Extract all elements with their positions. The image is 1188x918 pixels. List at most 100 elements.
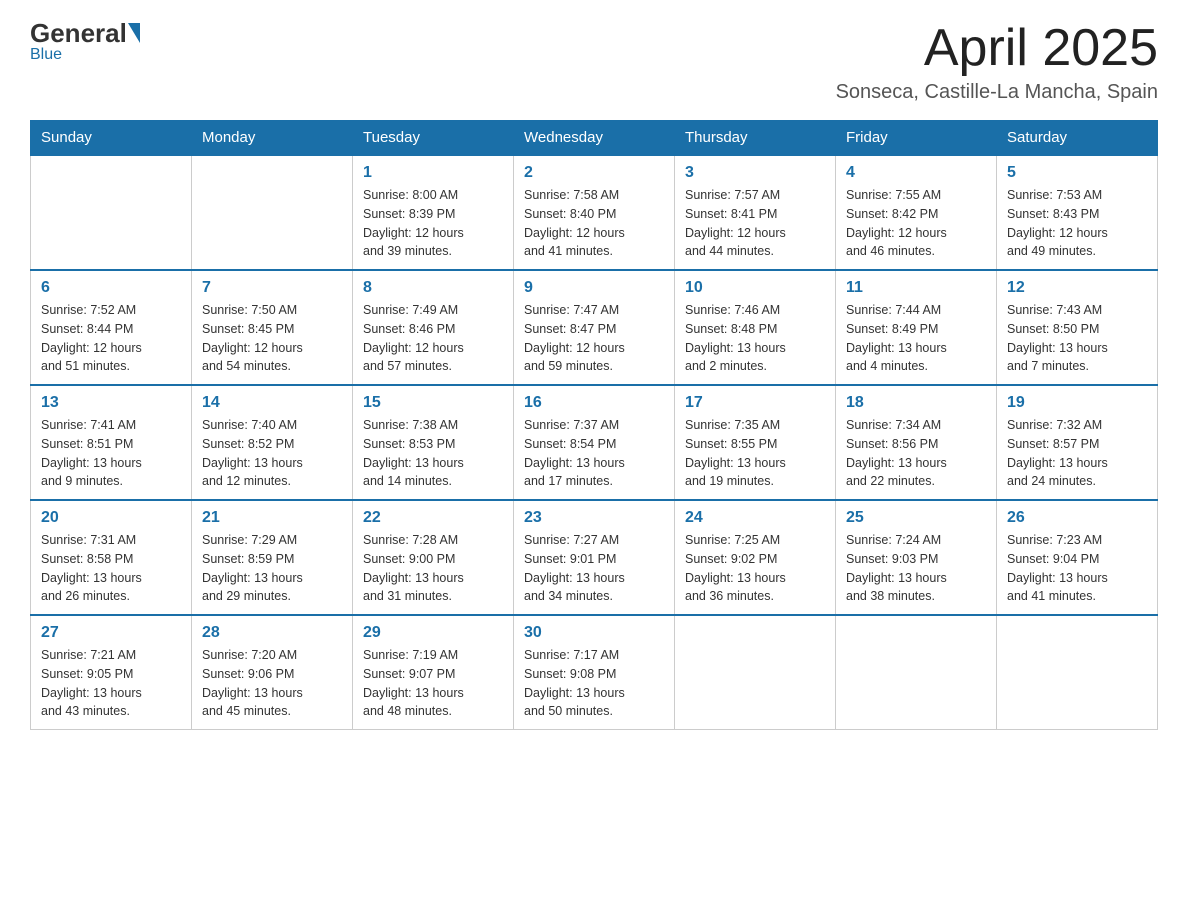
calendar-cell: 23 Sunrise: 7:27 AM Sunset: 9:01 PM Dayli…: [514, 500, 675, 615]
calendar-cell: 25 Sunrise: 7:24 AM Sunset: 9:03 PM Dayli…: [836, 500, 997, 615]
day-number: 20: [41, 509, 181, 527]
day-info: Sunrise: 7:29 AM Sunset: 8:59 PM Dayligh…: [202, 531, 342, 606]
day-number: 25: [846, 509, 986, 527]
day-number: 19: [1007, 394, 1147, 412]
day-info: Sunrise: 7:35 AM Sunset: 8:55 PM Dayligh…: [685, 416, 825, 491]
calendar-cell: 27Sunrise: 7:21 AM Sunset: 9:05 PM Dayli…: [31, 615, 192, 730]
day-number: 4: [846, 164, 986, 182]
day-number: 12: [1007, 279, 1147, 297]
day-info: Sunrise: 7:44 AM Sunset: 8:49 PM Dayligh…: [846, 301, 986, 376]
week-row-3: 13Sunrise: 7:41 AM Sunset: 8:51 PM Dayli…: [31, 385, 1158, 500]
day-number: 16: [524, 394, 664, 412]
calendar-table: SundayMondayTuesdayWednesdayThursdayFrid…: [30, 120, 1158, 730]
calendar-cell: 20 Sunrise: 7:31 AM Sunset: 8:58 PM Dayli…: [31, 500, 192, 615]
calendar-header-row: SundayMondayTuesdayWednesdayThursdayFrid…: [31, 121, 1158, 156]
day-number: 27: [41, 624, 181, 642]
calendar-cell: 3Sunrise: 7:57 AM Sunset: 8:41 PM Daylig…: [675, 155, 836, 270]
day-info: Sunrise: 7:24 AM Sunset: 9:03 PM Dayligh…: [846, 531, 986, 606]
calendar-cell: 30Sunrise: 7:17 AM Sunset: 9:08 PM Dayli…: [514, 615, 675, 730]
week-row-5: 27Sunrise: 7:21 AM Sunset: 9:05 PM Dayli…: [31, 615, 1158, 730]
day-info: Sunrise: 7:46 AM Sunset: 8:48 PM Dayligh…: [685, 301, 825, 376]
day-number: 14: [202, 394, 342, 412]
calendar-cell: [675, 615, 836, 730]
day-info: Sunrise: 7:43 AM Sunset: 8:50 PM Dayligh…: [1007, 301, 1147, 376]
day-info: Sunrise: 7:27 AM Sunset: 9:01 PM Dayligh…: [524, 531, 664, 606]
day-info: Sunrise: 7:37 AM Sunset: 8:54 PM Dayligh…: [524, 416, 664, 491]
day-info: Sunrise: 7:25 AM Sunset: 9:02 PM Dayligh…: [685, 531, 825, 606]
calendar-cell: 28 Sunrise: 7:20 AM Sunset: 9:06 PM Dayli…: [192, 615, 353, 730]
day-info: Sunrise: 7:38 AM Sunset: 8:53 PM Dayligh…: [363, 416, 503, 491]
calendar-cell: 14Sunrise: 7:40 AM Sunset: 8:52 PM Dayli…: [192, 385, 353, 500]
calendar-cell: 4 Sunrise: 7:55 AM Sunset: 8:42 PM Daylig…: [836, 155, 997, 270]
calendar-cell: 11 Sunrise: 7:44 AM Sunset: 8:49 PM Dayli…: [836, 270, 997, 385]
calendar-cell: 10Sunrise: 7:46 AM Sunset: 8:48 PM Dayli…: [675, 270, 836, 385]
day-info: Sunrise: 8:00 AM Sunset: 8:39 PM Dayligh…: [363, 186, 503, 261]
calendar-cell: 26 Sunrise: 7:23 AM Sunset: 9:04 PM Dayli…: [997, 500, 1158, 615]
calendar-cell: 15 Sunrise: 7:38 AM Sunset: 8:53 PM Dayli…: [353, 385, 514, 500]
day-number: 28: [202, 624, 342, 642]
day-number: 17: [685, 394, 825, 412]
day-header-tuesday: Tuesday: [353, 121, 514, 156]
day-info: Sunrise: 7:20 AM Sunset: 9:06 PM Dayligh…: [202, 646, 342, 721]
day-info: Sunrise: 7:19 AM Sunset: 9:07 PM Dayligh…: [363, 646, 503, 721]
day-info: Sunrise: 7:53 AM Sunset: 8:43 PM Dayligh…: [1007, 186, 1147, 261]
day-header-thursday: Thursday: [675, 121, 836, 156]
day-number: 24: [685, 509, 825, 527]
week-row-1: 1Sunrise: 8:00 AM Sunset: 8:39 PM Daylig…: [31, 155, 1158, 270]
day-header-friday: Friday: [836, 121, 997, 156]
day-number: 15: [363, 394, 503, 412]
day-number: 26: [1007, 509, 1147, 527]
calendar-cell: 5 Sunrise: 7:53 AM Sunset: 8:43 PM Daylig…: [997, 155, 1158, 270]
calendar-cell: 1Sunrise: 8:00 AM Sunset: 8:39 PM Daylig…: [353, 155, 514, 270]
day-number: 11: [846, 279, 986, 297]
day-number: 23: [524, 509, 664, 527]
day-number: 2: [524, 164, 664, 182]
day-header-wednesday: Wednesday: [514, 121, 675, 156]
day-info: Sunrise: 7:32 AM Sunset: 8:57 PM Dayligh…: [1007, 416, 1147, 491]
calendar-cell: [192, 155, 353, 270]
calendar-cell: 13Sunrise: 7:41 AM Sunset: 8:51 PM Dayli…: [31, 385, 192, 500]
calendar-cell: 2 Sunrise: 7:58 AM Sunset: 8:40 PM Daylig…: [514, 155, 675, 270]
day-number: 22: [363, 509, 503, 527]
month-title: April 2025: [836, 20, 1158, 77]
day-number: 18: [846, 394, 986, 412]
title-area: April 2025 Sonseca, Castille-La Mancha, …: [836, 20, 1158, 104]
calendar-cell: [836, 615, 997, 730]
location-title: Sonseca, Castille-La Mancha, Spain: [836, 81, 1158, 104]
day-number: 9: [524, 279, 664, 297]
day-info: Sunrise: 7:41 AM Sunset: 8:51 PM Dayligh…: [41, 416, 181, 491]
day-number: 7: [202, 279, 342, 297]
day-number: 5: [1007, 164, 1147, 182]
calendar-cell: [997, 615, 1158, 730]
calendar-cell: 8 Sunrise: 7:49 AM Sunset: 8:46 PM Daylig…: [353, 270, 514, 385]
day-info: Sunrise: 7:23 AM Sunset: 9:04 PM Dayligh…: [1007, 531, 1147, 606]
day-info: Sunrise: 7:58 AM Sunset: 8:40 PM Dayligh…: [524, 186, 664, 261]
calendar-cell: 22 Sunrise: 7:28 AM Sunset: 9:00 PM Dayli…: [353, 500, 514, 615]
day-info: Sunrise: 7:17 AM Sunset: 9:08 PM Dayligh…: [524, 646, 664, 721]
day-number: 21: [202, 509, 342, 527]
day-info: Sunrise: 7:52 AM Sunset: 8:44 PM Dayligh…: [41, 301, 181, 376]
day-number: 8: [363, 279, 503, 297]
page-header: General Blue April 2025 Sonseca, Castill…: [30, 20, 1158, 104]
day-info: Sunrise: 7:31 AM Sunset: 8:58 PM Dayligh…: [41, 531, 181, 606]
day-number: 29: [363, 624, 503, 642]
calendar-cell: 19 Sunrise: 7:32 AM Sunset: 8:57 PM Dayli…: [997, 385, 1158, 500]
day-number: 3: [685, 164, 825, 182]
day-info: Sunrise: 7:47 AM Sunset: 8:47 PM Dayligh…: [524, 301, 664, 376]
calendar-cell: 9 Sunrise: 7:47 AM Sunset: 8:47 PM Daylig…: [514, 270, 675, 385]
calendar-cell: 12 Sunrise: 7:43 AM Sunset: 8:50 PM Dayli…: [997, 270, 1158, 385]
day-header-sunday: Sunday: [31, 121, 192, 156]
calendar-cell: 21 Sunrise: 7:29 AM Sunset: 8:59 PM Dayli…: [192, 500, 353, 615]
calendar-cell: 17 Sunrise: 7:35 AM Sunset: 8:55 PM Dayli…: [675, 385, 836, 500]
day-info: Sunrise: 7:49 AM Sunset: 8:46 PM Dayligh…: [363, 301, 503, 376]
calendar-cell: 16 Sunrise: 7:37 AM Sunset: 8:54 PM Dayli…: [514, 385, 675, 500]
day-header-saturday: Saturday: [997, 121, 1158, 156]
day-info: Sunrise: 7:28 AM Sunset: 9:00 PM Dayligh…: [363, 531, 503, 606]
day-number: 6: [41, 279, 181, 297]
calendar-cell: 24 Sunrise: 7:25 AM Sunset: 9:02 PM Dayli…: [675, 500, 836, 615]
day-header-monday: Monday: [192, 121, 353, 156]
day-info: Sunrise: 7:34 AM Sunset: 8:56 PM Dayligh…: [846, 416, 986, 491]
logo-blue-text: Blue: [30, 46, 62, 63]
logo: General Blue: [30, 20, 141, 64]
day-info: Sunrise: 7:55 AM Sunset: 8:42 PM Dayligh…: [846, 186, 986, 261]
